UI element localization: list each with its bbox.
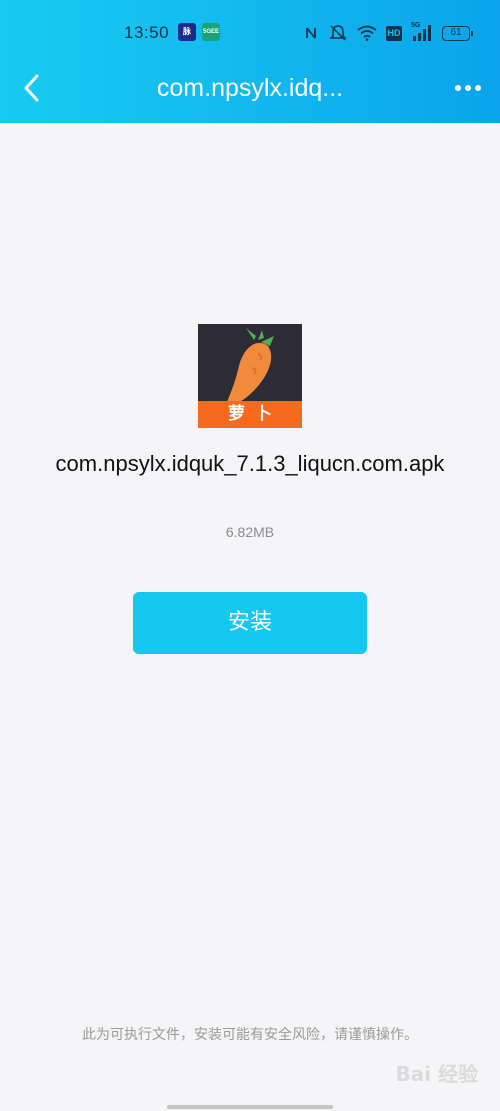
chevron-left-icon: [24, 74, 39, 102]
back-button[interactable]: [14, 70, 50, 106]
nfc-icon: [306, 27, 316, 39]
signal-icon: [413, 25, 431, 41]
carrot-icon: [226, 328, 274, 404]
notification-5g-icon: 5GEE: [202, 23, 220, 41]
app-header: 13:50 脉 5GEE HD 5G 61 com.npsylx.idq...: [0, 0, 500, 123]
app-icon: 萝卜: [198, 324, 302, 428]
security-warning: 此为可执行文件，安装可能有安全风险，请谨慎操作。: [82, 1027, 418, 1043]
file-name: com.npsylx.idquk_7.1.3_liqucn.com.apk: [55, 451, 445, 476]
more-dot-icon: [475, 85, 481, 91]
more-dot-icon: [455, 85, 461, 91]
hd-badge: HD: [386, 25, 402, 41]
watermark-logo: Bai 经验: [395, 1062, 478, 1086]
install-button[interactable]: 安装: [133, 592, 367, 654]
status-icons: HD 5G 61: [303, 22, 473, 44]
home-indicator[interactable]: [167, 1105, 333, 1109]
signal-indicator: 5G: [411, 22, 433, 42]
mute-bell-icon: [329, 25, 347, 41]
file-size: 6.82MB: [225, 524, 275, 540]
page-title: com.npsylx.idq...: [156, 74, 344, 102]
more-options-button[interactable]: [448, 72, 488, 104]
wifi-icon: [357, 25, 377, 41]
notification-app-icon: 脉: [178, 23, 196, 41]
more-dot-icon: [465, 85, 471, 91]
status-time: 13:50: [124, 23, 170, 42]
status-bar: 13:50 脉 5GEE HD 5G 61: [0, 0, 500, 64]
battery-icon: 61: [442, 25, 473, 41]
app-icon-label: 萝卜: [198, 401, 302, 428]
